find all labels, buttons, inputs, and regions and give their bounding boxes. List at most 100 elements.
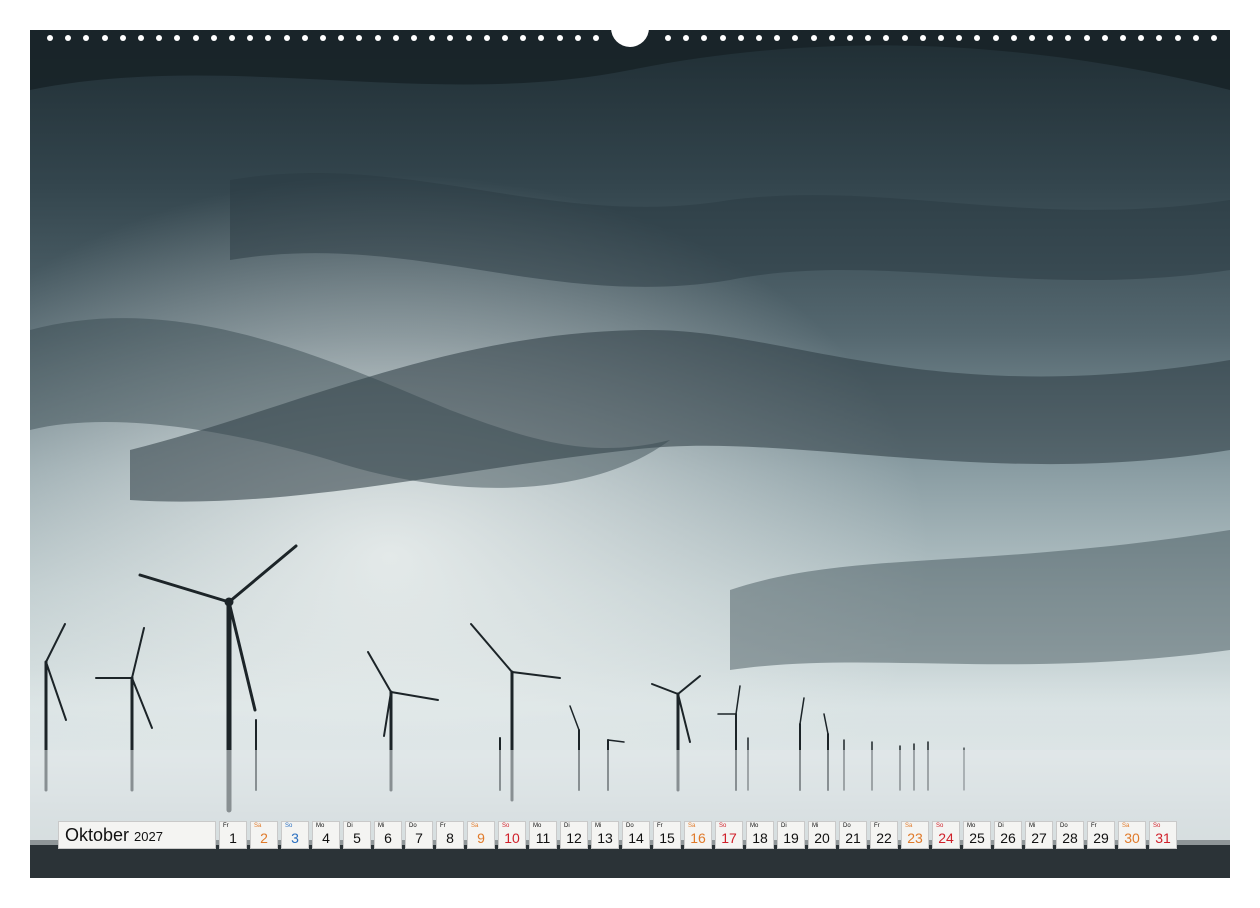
- binding-hole: [1029, 35, 1035, 41]
- binding-hole: [65, 35, 71, 41]
- day-number: 19: [783, 830, 799, 846]
- day-cell: Do 21: [839, 821, 867, 849]
- binding-hole: [502, 35, 508, 41]
- day-number: 25: [969, 830, 985, 846]
- binding-hole: [1211, 35, 1217, 41]
- day-weekday: Mo: [533, 823, 542, 829]
- calendar-strip: Oktober 2027 Fr 1 Sa 2 So 3 Mo 4 Di 5 Mi 6 Do 7 Fr 8 Sa 9…: [58, 821, 1177, 849]
- binding-hole: [1084, 35, 1090, 41]
- day-number: 29: [1093, 830, 1109, 846]
- binding-hole: [538, 35, 544, 41]
- day-weekday: Di: [347, 823, 353, 829]
- binding-hole: [265, 35, 271, 41]
- day-cell: So 31: [1149, 821, 1177, 849]
- day-number: 20: [814, 830, 830, 846]
- day-cell: Sa 16: [684, 821, 712, 849]
- binding-hole: [447, 35, 453, 41]
- day-weekday: Fr: [223, 823, 229, 829]
- day-cell: Fr 29: [1087, 821, 1115, 849]
- day-cell: Mi 6: [374, 821, 402, 849]
- day-cell: So 3: [281, 821, 309, 849]
- binding-hole: [193, 35, 199, 41]
- day-cell: Di 19: [777, 821, 805, 849]
- day-number: 14: [628, 830, 644, 846]
- day-number: 17: [721, 830, 737, 846]
- day-cell: Di 5: [343, 821, 371, 849]
- day-cell: Di 12: [560, 821, 588, 849]
- binding-hole: [156, 35, 162, 41]
- day-weekday: Mo: [750, 823, 759, 829]
- day-number: 3: [291, 830, 299, 846]
- day-weekday: Fr: [1091, 823, 1097, 829]
- binding-hole: [138, 35, 144, 41]
- day-number: 13: [597, 830, 613, 846]
- binding-hole: [938, 35, 944, 41]
- day-weekday: Mo: [967, 823, 976, 829]
- day-number: 8: [446, 830, 454, 846]
- day-cell: Mo 18: [746, 821, 774, 849]
- day-weekday: Di: [781, 823, 787, 829]
- day-number: 7: [415, 830, 423, 846]
- day-number: 12: [566, 830, 582, 846]
- day-cell: Mi 27: [1025, 821, 1053, 849]
- day-number: 9: [477, 830, 485, 846]
- day-cell: Sa 9: [467, 821, 495, 849]
- day-number: 15: [659, 830, 675, 846]
- binding-hole: [865, 35, 871, 41]
- day-number: 11: [535, 830, 551, 846]
- day-weekday: So: [1153, 823, 1161, 829]
- day-number: 4: [322, 830, 330, 846]
- day-weekday: Di: [564, 823, 570, 829]
- binding-hole: [1047, 35, 1053, 41]
- day-cell: Mo 25: [963, 821, 991, 849]
- binding-hole: [1120, 35, 1126, 41]
- binding-hole: [284, 35, 290, 41]
- binding-hole: [466, 35, 472, 41]
- binding-hole: [302, 35, 308, 41]
- binding-hole: [738, 35, 744, 41]
- binding-hole: [701, 35, 707, 41]
- binding-hole: [756, 35, 762, 41]
- day-number: 1: [229, 830, 237, 846]
- binding-hole: [811, 35, 817, 41]
- day-weekday: Do: [626, 823, 634, 829]
- day-number: 18: [752, 830, 768, 846]
- binding-hole: [883, 35, 889, 41]
- binding-hole: [593, 35, 599, 41]
- day-weekday: Fr: [657, 823, 663, 829]
- binding-hole: [1175, 35, 1181, 41]
- wind-turbine-landscape: [30, 30, 1230, 878]
- binding-hole: [665, 35, 671, 41]
- binding-hole: [393, 35, 399, 41]
- binding-hole: [320, 35, 326, 41]
- day-number: 5: [353, 830, 361, 846]
- day-weekday: Mi: [378, 823, 385, 829]
- binding-hole: [47, 35, 53, 41]
- day-number: 21: [845, 830, 861, 846]
- day-weekday: Di: [998, 823, 1004, 829]
- month-year: 2027: [134, 829, 163, 844]
- day-weekday: Sa: [688, 823, 696, 829]
- binding-hole: [920, 35, 926, 41]
- day-cell: Di 26: [994, 821, 1022, 849]
- day-number: 10: [504, 830, 520, 846]
- binding-hole: [902, 35, 908, 41]
- day-weekday: Sa: [254, 823, 262, 829]
- binding-hole: [356, 35, 362, 41]
- binding-hole: [974, 35, 980, 41]
- day-cell: So 10: [498, 821, 526, 849]
- month-label: Oktober 2027: [58, 821, 216, 849]
- binding-hole: [338, 35, 344, 41]
- day-weekday: Do: [1060, 823, 1068, 829]
- day-cell: So 17: [715, 821, 743, 849]
- day-cell: Mi 13: [591, 821, 619, 849]
- binding-hole: [829, 35, 835, 41]
- binding-hole: [720, 35, 726, 41]
- binding-hole: [83, 35, 89, 41]
- day-weekday: So: [719, 823, 727, 829]
- binding-hole: [1011, 35, 1017, 41]
- month-name: Oktober: [65, 824, 130, 845]
- binding-hole: [174, 35, 180, 41]
- day-cells: Fr 1 Sa 2 So 3 Mo 4 Di 5 Mi 6 Do 7 Fr 8 Sa 9 So 10 Mo 11 Di 12 M…: [219, 821, 1177, 849]
- day-cell: Mo 11: [529, 821, 557, 849]
